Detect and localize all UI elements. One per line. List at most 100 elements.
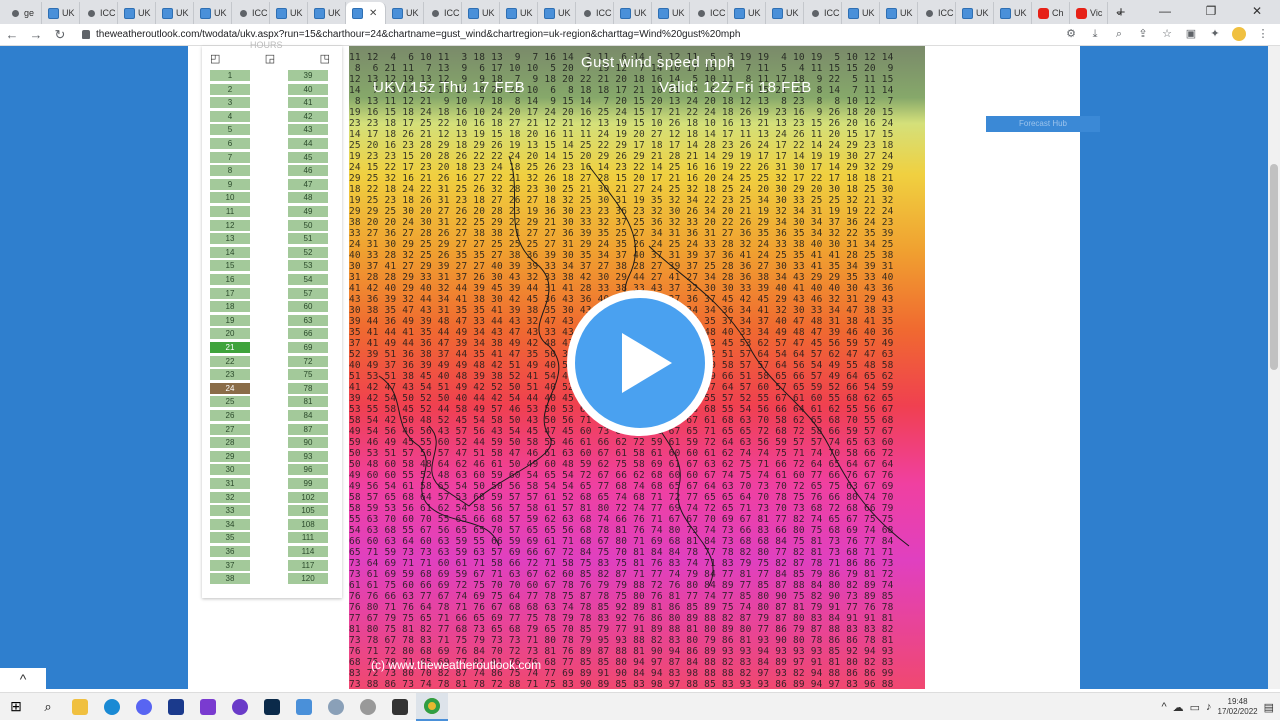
browser-tab[interactable]: UK xyxy=(880,2,918,24)
browser-tab[interactable]: UK xyxy=(42,2,80,24)
search-button[interactable]: ⌕ xyxy=(32,693,64,721)
taskbar-app[interactable] xyxy=(96,693,128,721)
hour-cell[interactable]: 15 xyxy=(210,260,250,272)
hour-cell[interactable]: 54 xyxy=(288,274,328,285)
hour-cell[interactable]: 117 xyxy=(288,559,328,571)
hour-cell[interactable]: 17 xyxy=(210,287,250,299)
profile-avatar[interactable] xyxy=(1232,27,1246,41)
browser-tab[interactable]: UK xyxy=(728,2,766,24)
browser-tab[interactable]: UK xyxy=(386,2,424,24)
hour-cell[interactable]: 39 xyxy=(288,70,328,81)
volume-icon[interactable]: ♪ xyxy=(1206,701,1212,713)
page-scrollbar[interactable] xyxy=(1268,46,1280,689)
hour-cell[interactable]: 53 xyxy=(288,260,328,272)
last-hour-icon[interactable]: ◳ xyxy=(320,52,330,65)
hour-cell[interactable]: 43 xyxy=(288,124,328,136)
hour-cell[interactable]: 6 xyxy=(210,138,250,149)
install-icon[interactable]: ⤓ xyxy=(1088,27,1102,41)
taskbar-app[interactable] xyxy=(224,693,256,721)
hour-cell[interactable]: 111 xyxy=(288,532,328,544)
browser-tab[interactable]: UK xyxy=(270,2,308,24)
browser-tab[interactable]: UK xyxy=(766,2,804,24)
hour-cell[interactable]: 41 xyxy=(288,97,328,109)
hour-cell[interactable]: 37 xyxy=(210,559,250,571)
tab-active[interactable]: ✕ xyxy=(346,2,386,24)
hour-cell[interactable]: 21 xyxy=(210,342,250,353)
hour-cell[interactable]: 7 xyxy=(210,151,250,163)
step-icon[interactable]: ◲ xyxy=(265,52,275,65)
browser-tab[interactable]: UK xyxy=(842,2,880,24)
browser-tab[interactable]: UK xyxy=(194,2,232,24)
hour-cell[interactable]: 50 xyxy=(288,219,328,231)
hour-cell[interactable]: 29 xyxy=(210,450,250,462)
back-button[interactable]: ← xyxy=(0,27,24,42)
browser-tab[interactable]: Ch xyxy=(1032,2,1070,24)
hour-cell[interactable]: 48 xyxy=(288,192,328,204)
taskbar-app[interactable] xyxy=(384,693,416,721)
hour-cell[interactable]: 9 xyxy=(210,178,250,190)
hour-cell[interactable]: 47 xyxy=(288,178,328,190)
hour-cell[interactable]: 24 xyxy=(210,382,250,394)
hour-cell[interactable]: 12 xyxy=(210,219,250,231)
hour-cell[interactable]: 87 xyxy=(288,423,328,435)
browser-tab[interactable]: ICC xyxy=(576,2,614,24)
browser-tab[interactable]: UK xyxy=(500,2,538,24)
first-hour-icon[interactable]: ◰ xyxy=(210,52,220,65)
hour-cell[interactable]: 90 xyxy=(288,437,328,449)
browser-tab[interactable]: UK xyxy=(118,2,156,24)
hour-cell[interactable]: 23 xyxy=(210,369,250,381)
hour-cell[interactable]: 63 xyxy=(288,314,328,326)
hour-cell[interactable]: 16 xyxy=(210,274,250,285)
hour-cell[interactable]: 102 xyxy=(288,491,328,503)
hour-cell[interactable]: 32 xyxy=(210,491,250,503)
hour-cell[interactable]: 99 xyxy=(288,478,328,489)
scroll-to-top-button[interactable]: ^ xyxy=(0,668,46,690)
hour-cell[interactable]: 57 xyxy=(288,287,328,299)
tab-search-icon[interactable]: ⌄ xyxy=(1096,0,1142,24)
site-settings-icon[interactable]: ⚙ xyxy=(1064,27,1078,41)
hour-cell[interactable]: 34 xyxy=(210,518,250,530)
hour-cell[interactable]: 30 xyxy=(210,464,250,476)
browser-tab[interactable]: UK xyxy=(994,2,1032,24)
hour-cell[interactable]: 35 xyxy=(210,532,250,544)
browser-tab[interactable]: ICC xyxy=(80,2,118,24)
cloud-icon[interactable]: ☁ xyxy=(1173,701,1184,714)
browser-tab[interactable]: ICC xyxy=(804,2,842,24)
browser-tab[interactable]: UK xyxy=(652,2,690,24)
browser-tab[interactable]: UK xyxy=(156,2,194,24)
hour-cell[interactable]: 25 xyxy=(210,396,250,408)
hour-cell[interactable]: 66 xyxy=(288,328,328,340)
puzzle-icon[interactable]: ✦ xyxy=(1208,27,1222,41)
reload-button[interactable]: ↻ xyxy=(48,27,72,43)
hour-cell[interactable]: 4 xyxy=(210,110,250,122)
hour-cell[interactable]: 10 xyxy=(210,192,250,204)
hour-cell[interactable]: 78 xyxy=(288,382,328,394)
hour-cell[interactable]: 120 xyxy=(288,573,328,585)
hour-cell[interactable]: 28 xyxy=(210,437,250,449)
hour-cell[interactable]: 42 xyxy=(288,110,328,122)
minimize-button[interactable]: — xyxy=(1142,0,1188,24)
browser-tab[interactable]: ICC xyxy=(690,2,728,24)
browser-tab[interactable]: ICC xyxy=(918,2,956,24)
hour-cell[interactable]: 49 xyxy=(288,206,328,217)
browser-tab[interactable]: ge xyxy=(4,2,42,24)
hour-cell[interactable]: 44 xyxy=(288,138,328,149)
zoom-icon[interactable]: ⌕ xyxy=(1112,27,1126,41)
hour-cell[interactable]: 13 xyxy=(210,233,250,245)
hour-cell[interactable]: 38 xyxy=(210,573,250,585)
share-icon[interactable]: ⇪ xyxy=(1136,27,1150,41)
close-tab-icon[interactable]: ✕ xyxy=(369,8,377,19)
browser-tab[interactable]: UK xyxy=(462,2,500,24)
hour-cell[interactable]: 93 xyxy=(288,450,328,462)
hour-cell[interactable]: 60 xyxy=(288,301,328,313)
browser-tab[interactable]: ICC xyxy=(424,2,462,24)
network-icon[interactable]: ▭ xyxy=(1190,701,1200,714)
hour-cell[interactable]: 33 xyxy=(210,505,250,517)
notifications-icon[interactable]: ▤ xyxy=(1264,701,1274,714)
hour-cell[interactable]: 22 xyxy=(210,355,250,367)
taskbar-app[interactable] xyxy=(256,693,288,721)
hour-cell[interactable]: 26 xyxy=(210,410,250,421)
hour-cell[interactable]: 45 xyxy=(288,151,328,163)
taskbar-app[interactable] xyxy=(288,693,320,721)
address-bar[interactable]: theweatheroutlook.com/twodata/ukv.aspx?r… xyxy=(78,25,1078,45)
